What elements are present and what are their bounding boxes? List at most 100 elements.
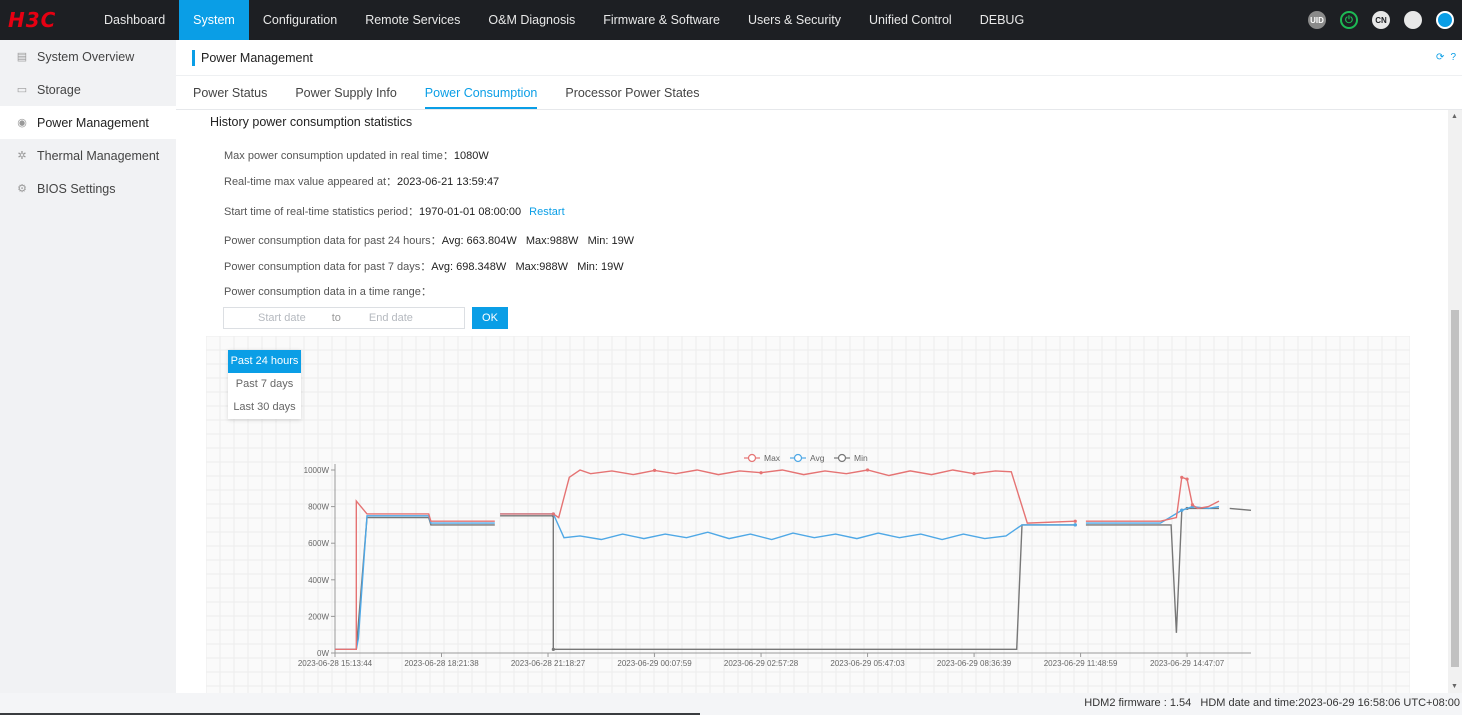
time-range-menu: Past 24 hours Past 7 days Last 30 days [228,350,301,419]
help-icon[interactable]: ? [1450,52,1456,63]
tab-processor-power-states[interactable]: Processor Power States [565,86,699,109]
end-date-input[interactable]: End date [369,312,413,324]
sidebar-item-storage[interactable]: ▭ Storage [0,73,176,106]
power-management-icon: ◉ [17,116,27,129]
week-stats-row: Power consumption data for past 7 days：A… [224,258,624,274]
x-tick-label: 2023-06-29 08:36:39 [937,659,1012,668]
max-time-row: Real-time max value appeared at：2023-06-… [224,173,499,189]
ok-button[interactable]: OK [472,307,508,329]
title-accent-bar [192,49,195,66]
legend-label-max[interactable]: Max [764,453,781,463]
data-point-max [652,468,657,472]
overview-icon: ▤ [16,50,28,63]
x-tick-label: 2023-06-29 05:47:03 [830,659,905,668]
scroll-down-icon[interactable]: ▼ [1451,683,1458,690]
legend-label-min[interactable]: Min [854,453,868,463]
restart-link[interactable]: Restart [529,206,564,218]
tab-power-consumption[interactable]: Power Consumption [424,86,538,109]
nav-system[interactable]: System [179,0,249,40]
x-tick-label: 2023-06-29 02:57:28 [724,659,799,668]
range-option-past-7-days[interactable]: Past 7 days [228,373,301,396]
data-point-max [551,512,555,516]
page-header: Power Management ⟳ ? [176,40,1462,76]
x-tick-label: 2023-06-29 11:48:59 [1044,659,1118,668]
date-range-picker[interactable]: Start date to End date [223,307,465,329]
day-stats-value: Avg: 663.804W Max:988W Min: 19W [441,235,635,247]
storage-icon: ▭ [16,83,28,96]
max-time-value: 2023-06-21 13:59:47 [397,176,500,188]
time-range-row: Power consumption data in a time range： [224,283,432,299]
top-right-icons: UID ⏻ CN [1308,0,1454,40]
data-point-avg [1073,523,1077,527]
header-icons: ⟳ ? [1436,52,1456,63]
legend-marker[interactable] [747,453,757,463]
nav-firmware-and-software[interactable]: Firmware & Software [589,0,734,40]
sidebar-item-label: Storage [37,82,81,97]
data-point-max [1185,477,1189,481]
shield-icon[interactable] [1404,11,1422,29]
y-tick-label: 400W [308,576,329,585]
day-stats-row: Power consumption data for past 24 hours… [224,232,634,248]
start-date-input[interactable]: Start date [258,312,306,324]
y-tick-label: 800W [308,503,329,512]
sidebar-item-thermal-management[interactable]: ✲ Thermal Management [0,139,176,172]
legend-marker[interactable] [793,453,803,463]
scrollbar[interactable]: ▲ ▼ [1448,110,1462,693]
nav-dashboard[interactable]: Dashboard [90,0,179,40]
legend-marker[interactable] [837,453,847,463]
max-realtime-label: Max power consumption updated in real ti… [224,150,454,162]
data-point-avg [1180,508,1184,512]
user-icon[interactable] [1436,11,1454,29]
content-area: History power consumption statistics Max… [176,110,1448,693]
sidebar-item-system-overview[interactable]: ▤ System Overview [0,40,176,73]
power-icon[interactable]: ⏻ [1340,11,1358,29]
refresh-icon[interactable]: ⟳ [1436,52,1444,63]
x-tick-label: 2023-06-28 15:13:44 [298,659,373,668]
day-stats-label: Power consumption data for past 24 hours… [224,235,442,247]
nav-unified-control[interactable]: Unified Control [855,0,966,40]
tab-power-supply-info[interactable]: Power Supply Info [295,86,396,109]
data-point-max [972,472,976,476]
brand-logo[interactable]: H3C [0,0,90,40]
data-point-max [1180,475,1184,479]
language-icon[interactable]: CN [1372,11,1390,29]
max-time-label: Real-time max value appeared at： [224,176,398,188]
range-option-last-30-days[interactable]: Last 30 days [228,396,301,419]
nav-oandm-diagnosis[interactable]: O&M Diagnosis [474,0,589,40]
week-stats-label: Power consumption data for past 7 days： [224,261,432,273]
data-point-max [1190,503,1195,507]
start-time-row: Start time of real-time statistics perio… [224,203,565,219]
scroll-up-icon[interactable]: ▲ [1451,113,1458,120]
fan-icon: ✲ [17,149,27,162]
nav-configuration[interactable]: Configuration [249,0,351,40]
nav-users-and-security[interactable]: Users & Security [734,0,855,40]
data-point-min [551,647,555,651]
range-option-past-24-hours[interactable]: Past 24 hours [228,350,301,373]
nav-debug[interactable]: DEBUG [966,0,1038,40]
x-tick-label: 2023-06-28 21:18:27 [511,659,586,668]
y-tick-label: 1000W [304,466,330,475]
x-tick-label: 2023-06-29 14:47:07 [1150,659,1225,668]
x-tick-label: 2023-06-28 18:21:38 [404,659,479,668]
nav-remote-services[interactable]: Remote Services [351,0,474,40]
max-realtime-value: 1080W [453,150,489,162]
week-stats-value: Avg: 698.348W Max:988W Min: 19W [431,261,624,273]
page-title: Power Management [201,50,313,65]
y-tick-label: 0W [317,649,329,658]
legend-label-avg[interactable]: Avg [810,453,825,463]
data-point-max [865,468,870,472]
main-nav: Dashboard System Configuration Remote Servi… [90,0,1038,40]
sidebar-item-power-management[interactable]: ◉ Power Management [0,106,176,139]
data-point-max [759,471,763,475]
uid-icon[interactable]: UID [1308,11,1326,29]
sidebar-item-bios-settings[interactable]: ⚙ BIOS Settings [0,172,176,205]
tab-power-status[interactable]: Power Status [193,86,267,109]
scroll-thumb[interactable] [1451,310,1459,667]
y-tick-label: 200W [308,612,329,621]
time-range-label: Power consumption data in a time range： [224,286,432,298]
sidebar: ▤ System Overview ▭ Storage ◉ Power Managemen… [0,40,176,693]
max-realtime-row: Max power consumption updated in real ti… [224,147,489,163]
logo-text: H3C [8,8,57,32]
section-title: History power consumption statistics [210,115,413,129]
start-time-label: Start time of real-time statistics perio… [224,206,420,218]
